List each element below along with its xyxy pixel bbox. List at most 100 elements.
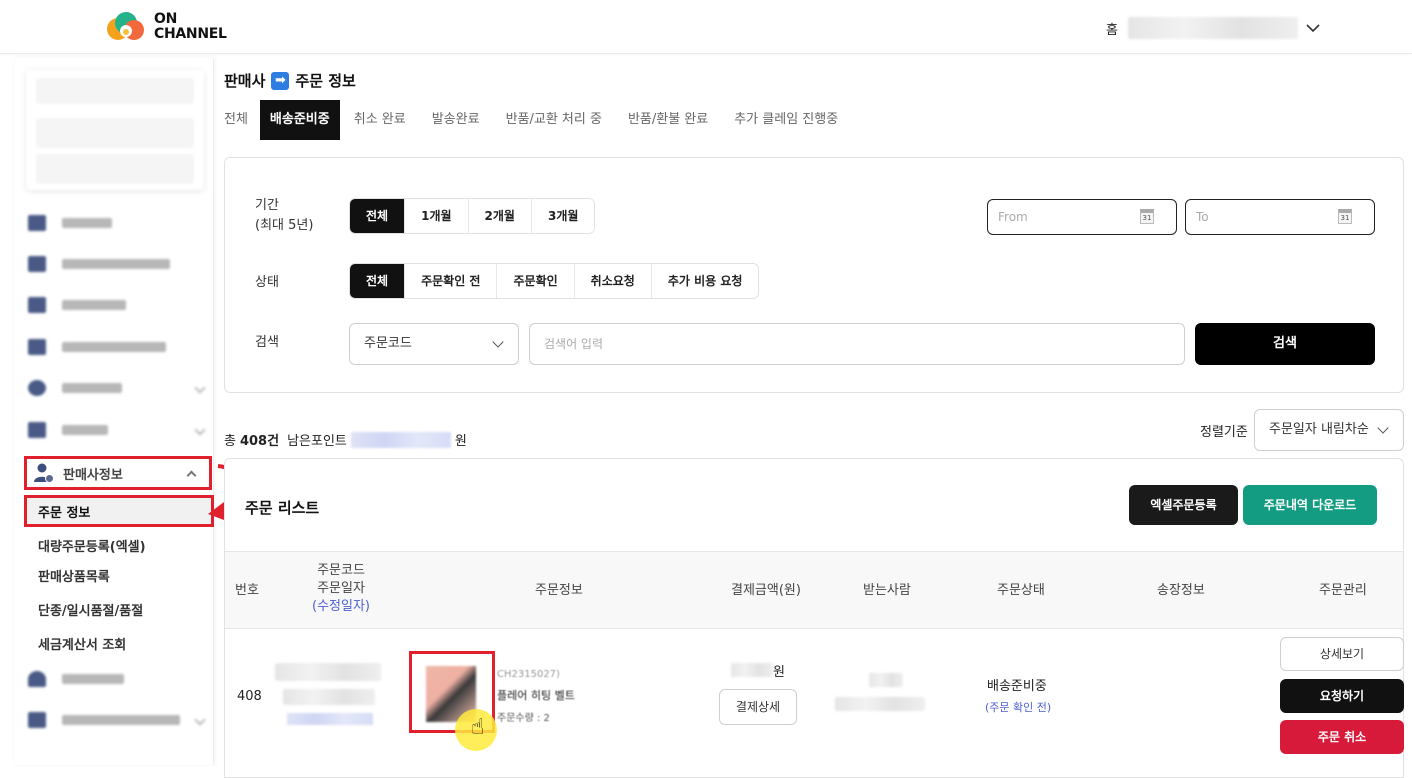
hand-cursor-icon: ☝	[471, 715, 485, 740]
sort-label: 정렬기준	[1200, 425, 1248, 440]
sidebar-item-supplier[interactable]	[28, 667, 124, 691]
header-order-info: 주문정보	[535, 583, 583, 598]
tab-preparing[interactable]: 배송준비중	[259, 100, 340, 140]
sidebar-item-soldout[interactable]: 단종/일시품절/품절	[38, 600, 143, 619]
tab-cancelled[interactable]: 취소 완료	[354, 100, 406, 140]
tab-shipped[interactable]: 발송완료	[432, 100, 480, 140]
modified-date	[287, 713, 373, 725]
message-stat-row[interactable]	[36, 118, 194, 148]
megaphone-icon	[28, 422, 46, 438]
page-title: 주문 정보	[295, 72, 356, 90]
order-date	[283, 689, 375, 705]
chevron-down-icon	[194, 382, 206, 394]
tab-return-exchange[interactable]: 반품/교환 처리 중	[506, 100, 602, 140]
date-to-input[interactable]: To 31	[1185, 199, 1375, 235]
user-name	[1128, 17, 1298, 39]
message-card	[26, 70, 204, 190]
user-menu[interactable]: 홈	[1106, 17, 1320, 39]
period-3m-button[interactable]: 3개월	[531, 199, 595, 233]
sort-select[interactable]: 주문일자 내림차순	[1254, 409, 1404, 451]
table-header: 번호 주문코드 주문일자 (수정일자) 주문정보 결제금액(원) 받는사람 주문…	[225, 551, 1403, 629]
header-amount: 결제금액(원)	[731, 583, 801, 598]
row-number: 408	[237, 689, 262, 704]
status-confirmed-button[interactable]: 주문확인	[497, 264, 575, 298]
top-bar: ON CHANNEL 홈	[0, 0, 1412, 54]
on-channel-logo-icon	[107, 12, 144, 40]
download-orders-button[interactable]: 주문내역 다운로드	[1243, 485, 1377, 525]
chevron-down-icon	[492, 336, 504, 348]
tab-all[interactable]: 전체	[224, 100, 248, 140]
sidebar-item-dashboard[interactable]	[28, 211, 112, 235]
product-quantity: 주문수량 : 2	[497, 713, 550, 724]
list-title: 주문 리스트	[245, 499, 320, 517]
cancel-order-button[interactable]: 주문 취소	[1280, 720, 1404, 754]
status-tabs: 전체 배송준비중 취소 완료 발송완료 반품/교환 처리 중 반품/환불 완료 …	[224, 100, 864, 140]
header-order-code: 주문코드 주문일자 (수정일자)	[312, 563, 370, 614]
sidebar-item-guide[interactable]	[28, 376, 206, 400]
payment-detail-button[interactable]: 결제상세	[719, 689, 797, 725]
sidebar-item-history[interactable]	[28, 252, 170, 276]
sidebar-item-requests[interactable]	[28, 335, 166, 359]
sidebar-item-settlement[interactable]	[28, 708, 206, 732]
search-button[interactable]: 검색	[1195, 323, 1375, 365]
sidebar-item-points[interactable]	[28, 293, 126, 317]
order-summary: 총 408건 남은포인트 원	[224, 430, 467, 449]
breadcrumb-section: 판매사	[224, 72, 266, 90]
sidebar-item-label: 판매사정보	[63, 467, 123, 483]
period-1m-button[interactable]: 1개월	[405, 199, 469, 233]
chevron-down-icon	[194, 714, 206, 726]
status-before-confirm-button[interactable]: 주문확인 전	[405, 264, 498, 298]
search-label: 검색	[255, 335, 279, 350]
calendar-icon[interactable]: 31	[1140, 209, 1154, 224]
sidebar-item-bulk-order[interactable]: 대량주문등록(엑셀)	[38, 536, 146, 555]
amount-value	[731, 663, 773, 677]
tab-additional-claim[interactable]: 추가 클레임 진행중	[734, 100, 838, 140]
calendar-check-icon	[28, 712, 46, 728]
message-row[interactable]	[36, 78, 194, 104]
logo[interactable]: ON CHANNEL	[104, 10, 227, 44]
request-button[interactable]: 요청하기	[1280, 679, 1404, 713]
points-unit: 원	[454, 434, 467, 449]
sort-value: 주문일자 내림차순	[1269, 422, 1369, 437]
product-name[interactable]: 플레어 히팅 벨트	[497, 687, 575, 703]
period-label: 기간 (최대 5년)	[255, 198, 314, 233]
message-stat-row[interactable]	[36, 154, 194, 184]
sidebar-item-order-info[interactable]: 주문 정보	[24, 495, 214, 527]
date-from-input[interactable]: From 31	[987, 199, 1177, 235]
chart-icon	[28, 215, 46, 231]
period-all-button[interactable]: 전체	[350, 199, 406, 233]
order-status-sub[interactable]: (주문 확인 전)	[985, 699, 1051, 715]
search-placeholder: 검색어 입력	[544, 337, 604, 351]
arrow-right-icon: ➡	[271, 71, 290, 90]
search-input[interactable]: 검색어 입력	[529, 323, 1185, 365]
sidebar-item-notice[interactable]	[28, 418, 206, 442]
sidebar-item-seller-info[interactable]: 판매사정보	[24, 456, 212, 490]
period-selector: 전체 1개월 2개월 3개월	[349, 198, 596, 234]
excel-order-button[interactable]: 엑셀주문등록	[1129, 485, 1238, 525]
header-manage: 주문관리	[1319, 583, 1367, 598]
points-icon	[28, 297, 46, 313]
period-2m-button[interactable]: 2개월	[468, 199, 532, 233]
detail-button[interactable]: 상세보기	[1280, 637, 1404, 671]
search-type-value: 주문코드	[364, 336, 412, 351]
chevron-up-icon	[186, 470, 197, 481]
calendar-icon[interactable]: 31	[1338, 209, 1352, 224]
tab-return-refund[interactable]: 반품/환불 완료	[628, 100, 708, 140]
sidebar-item-tax-invoice[interactable]: 세금계산서 조회	[38, 634, 126, 653]
header-receiver: 받는사람	[863, 583, 911, 598]
search-type-select[interactable]: 주문코드	[349, 323, 519, 365]
chevron-down-icon[interactable]	[1306, 23, 1320, 33]
status-all-button[interactable]: 전체	[350, 264, 406, 298]
order-code[interactable]	[275, 663, 381, 681]
receiver-name	[869, 673, 903, 687]
total-count: 408건	[239, 434, 280, 449]
status-label: 상태	[255, 275, 279, 290]
header-invoice: 송장정보	[1157, 583, 1205, 598]
status-extra-cost-button[interactable]: 추가 비용 요청	[651, 264, 759, 298]
date-from-placeholder: From	[998, 210, 1028, 224]
order-status: 배송준비중	[987, 679, 1047, 694]
sidebar-item-product-list[interactable]: 판매상품목록	[38, 566, 110, 585]
status-cancel-request-button[interactable]: 취소요청	[574, 264, 652, 298]
logo-text: ON CHANNEL	[154, 11, 227, 42]
breadcrumb: 판매사 ➡ 주문 정보	[224, 70, 356, 91]
